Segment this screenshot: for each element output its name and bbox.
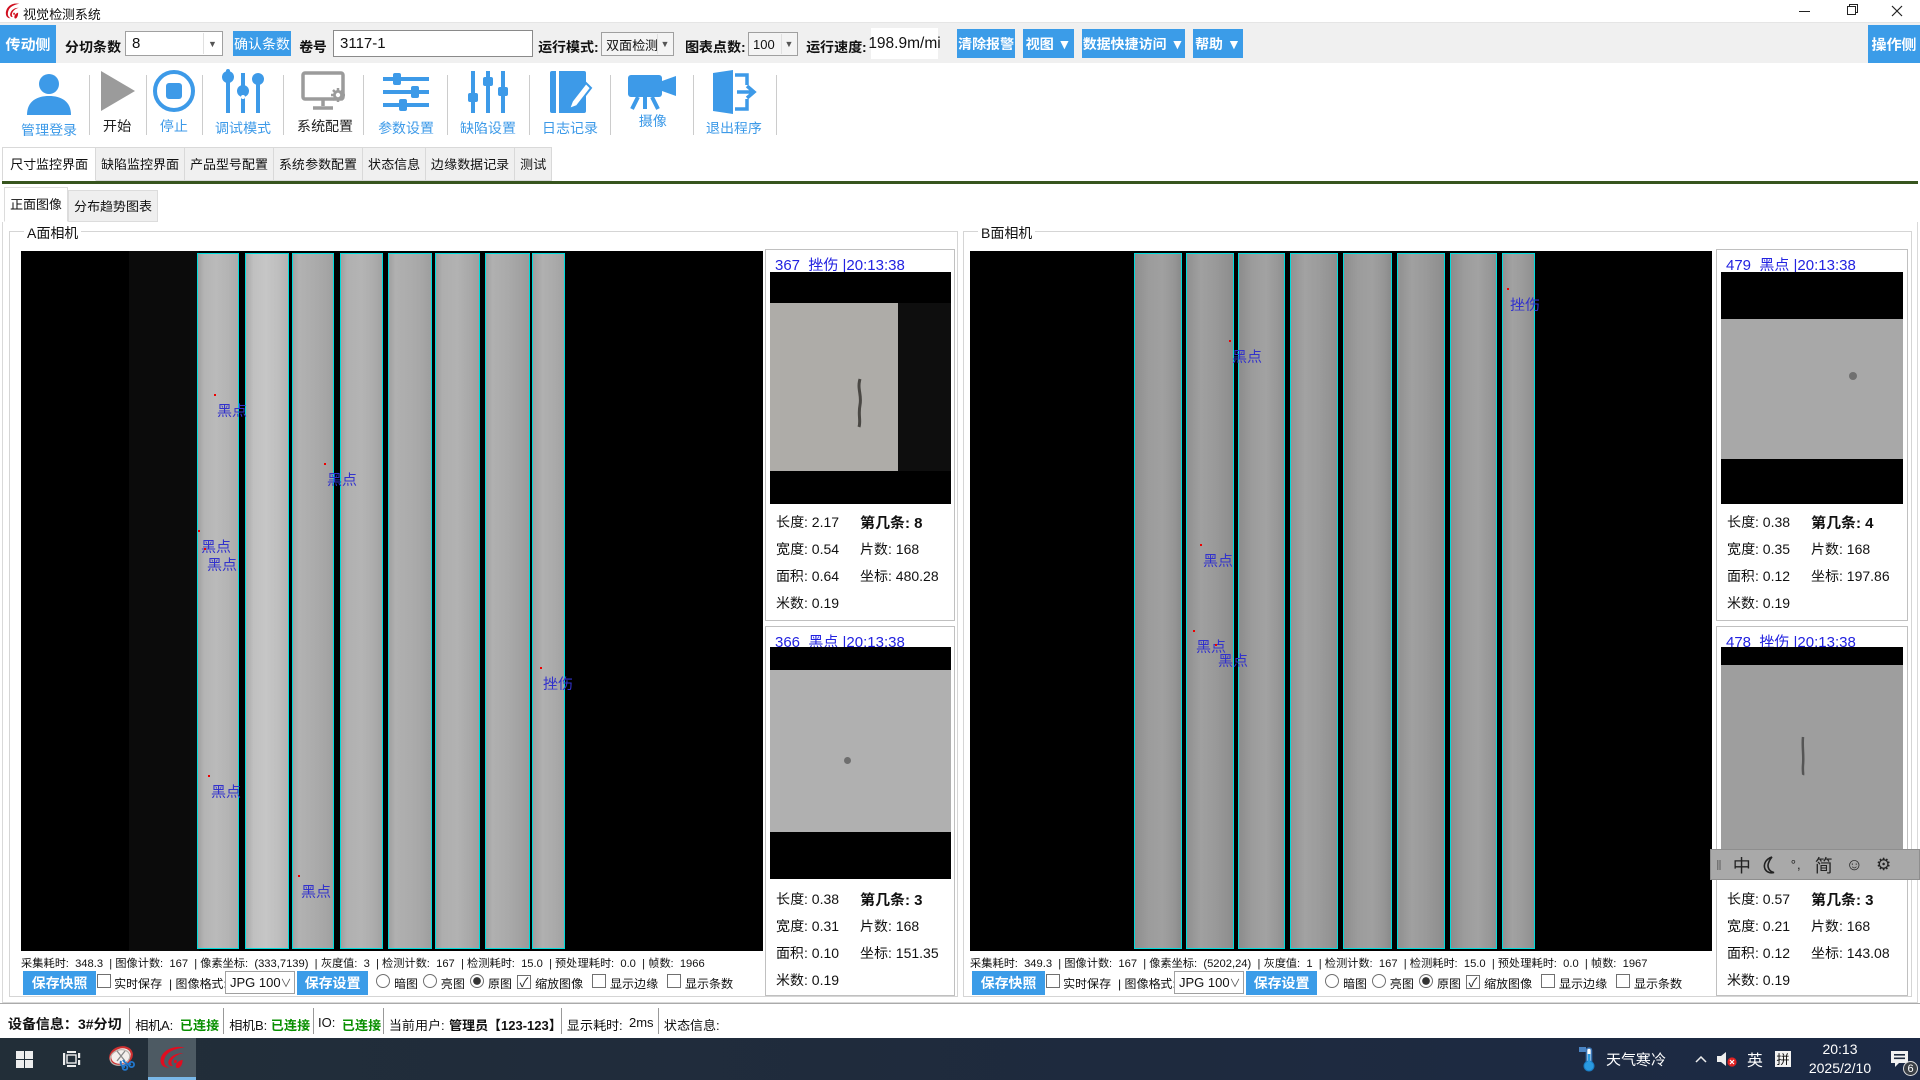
svg-text:拼: 拼 [1776,1050,1789,1068]
